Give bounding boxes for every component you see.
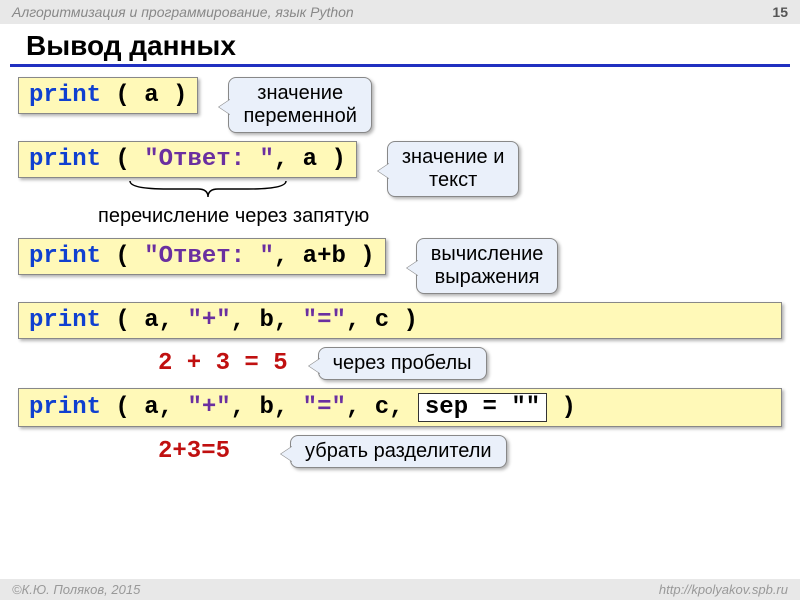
copyright: ©К.Ю. Поляков, 2015: [12, 582, 140, 597]
example-row-5: print ( a, "+", b, "=", c, sep = "" ): [18, 388, 782, 427]
callout-value: значение переменной: [228, 77, 371, 133]
note-comma-list: перечисление через запятую: [98, 205, 782, 228]
code-box: print ( "Ответ: ", a+b ): [18, 238, 386, 275]
callout-spaces: через пробелы: [318, 347, 487, 380]
example-row-4: print ( a, "+", b, "=", c ): [18, 302, 782, 339]
site-url: http://kpolyakov.spb.ru: [659, 582, 788, 597]
callout-no-sep: убрать разделители: [290, 435, 507, 468]
slide-title: Вывод данных: [10, 24, 790, 67]
sep-arg-box: sep = "": [418, 393, 547, 422]
code-box: print ( "Ответ: ", a ): [18, 141, 357, 178]
output-row-4: 2 + 3 = 5 через пробелы: [18, 347, 782, 380]
example-row-1: print ( a ) значение переменной: [18, 77, 782, 133]
curly-brace-icon: [128, 179, 288, 197]
page-number: 15: [772, 4, 788, 20]
slide-content: print ( a ) значение переменной print ( …: [0, 77, 800, 468]
code-box: print ( a, "+", b, "=", c, sep = "" ): [18, 388, 782, 427]
sample-output: 2 + 3 = 5: [158, 350, 288, 377]
slide-header: Алгоритмизация и программирование, язык …: [0, 0, 800, 24]
code-box: print ( a ): [18, 77, 198, 114]
callout-expression: вычисление выражения: [416, 238, 559, 294]
output-row-5: 2+3=5 убрать разделители: [18, 435, 782, 468]
sample-output: 2+3=5: [158, 438, 230, 465]
slide-footer: ©К.Ю. Поляков, 2015 http://kpolyakov.spb…: [0, 579, 800, 600]
example-row-3: print ( "Ответ: ", a+b ) вычисление выра…: [18, 238, 782, 294]
example-row-2: print ( "Ответ: ", a ) значение и текст: [18, 141, 782, 197]
callout-value-text: значение и текст: [387, 141, 520, 197]
code-box: print ( a, "+", b, "=", c ): [18, 302, 782, 339]
course-title: Алгоритмизация и программирование, язык …: [12, 4, 354, 20]
